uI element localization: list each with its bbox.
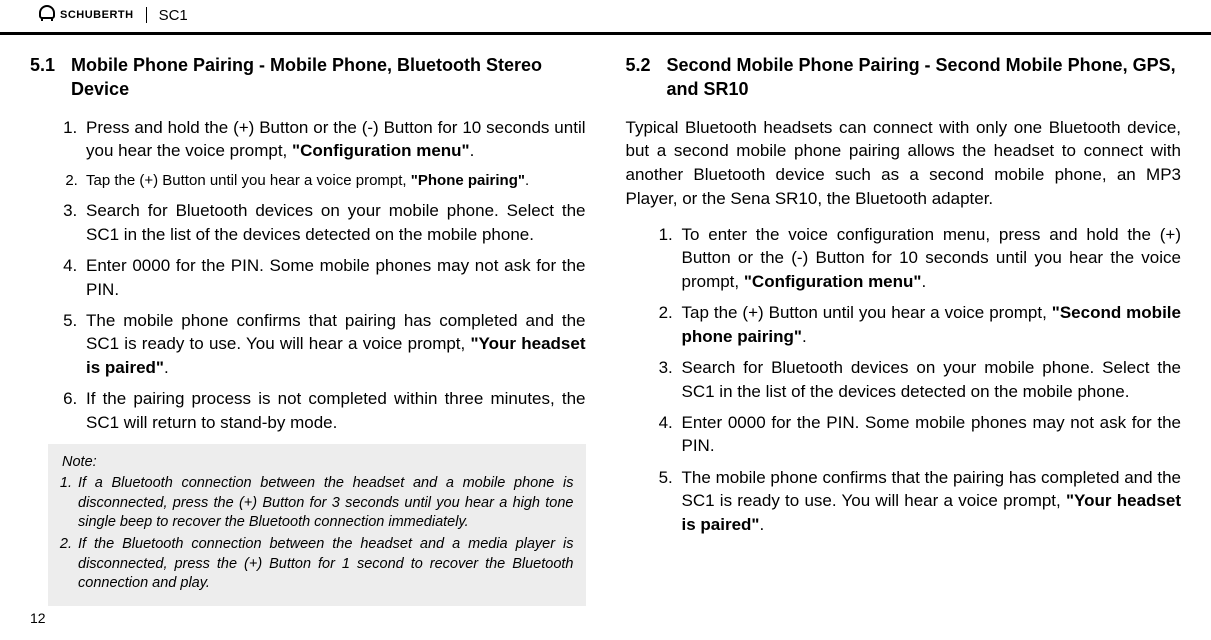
section-number: 5.2 bbox=[626, 53, 651, 102]
list-item: Enter 0000 for the PIN. Some mobile phon… bbox=[678, 411, 1182, 458]
section-5-2-steps: To enter the voice configuration menu, p… bbox=[626, 223, 1182, 536]
section-number: 5.1 bbox=[30, 53, 55, 102]
section-title: Mobile Phone Pairing - Mobile Phone, Blu… bbox=[71, 53, 585, 102]
section-5-1-head: 5.1 Mobile Phone Pairing - Mobile Phone,… bbox=[30, 53, 586, 102]
bold-text: "Second mobile phone pairing" bbox=[682, 303, 1181, 345]
note-list: If a Bluetooth connection between the he… bbox=[62, 474, 574, 593]
note-title: Note: bbox=[62, 454, 574, 470]
bold-text: "Your headset is paired" bbox=[86, 334, 585, 376]
page-number: 12 bbox=[30, 610, 46, 626]
header-divider bbox=[146, 7, 147, 23]
left-column: 5.1 Mobile Phone Pairing - Mobile Phone,… bbox=[30, 53, 586, 606]
model-label: SC1 bbox=[159, 7, 188, 24]
section-5-2-intro: Typical Bluetooth headsets can connect w… bbox=[626, 116, 1182, 211]
schuberth-icon bbox=[36, 4, 58, 26]
bold-text: "Your headset is paired" bbox=[682, 491, 1181, 533]
list-item: If a Bluetooth connection between the he… bbox=[76, 474, 574, 533]
list-item: If the Bluetooth connection between the … bbox=[76, 535, 574, 594]
bold-text: "Configuration menu" bbox=[744, 272, 922, 291]
list-item: Enter 0000 for the PIN. Some mobile phon… bbox=[82, 254, 586, 301]
right-column: 5.2 Second Mobile Phone Pairing - Second… bbox=[626, 53, 1182, 606]
list-item: Search for Bluetooth devices on your mob… bbox=[678, 356, 1182, 403]
section-5-1-steps: Press and hold the (+) Button or the (-)… bbox=[30, 116, 586, 435]
list-item: The mobile phone confirms that the pairi… bbox=[678, 466, 1182, 536]
section-5-2-head: 5.2 Second Mobile Phone Pairing - Second… bbox=[626, 53, 1182, 102]
bold-text: "Configuration menu" bbox=[292, 141, 470, 160]
section-title: Second Mobile Phone Pairing - Second Mob… bbox=[667, 53, 1181, 102]
page-header: SCHUBERTH SC1 bbox=[0, 0, 1211, 35]
brand-logo: SCHUBERTH bbox=[36, 4, 134, 26]
list-item: Search for Bluetooth devices on your mob… bbox=[82, 199, 586, 246]
list-item: Tap the (+) Button until you hear a voic… bbox=[82, 171, 586, 192]
list-item: To enter the voice configuration menu, p… bbox=[678, 223, 1182, 293]
list-item: Press and hold the (+) Button or the (-)… bbox=[82, 116, 586, 163]
bold-text: "Phone pairing" bbox=[411, 172, 525, 189]
list-item: If the pairing process is not completed … bbox=[82, 387, 586, 434]
list-item: The mobile phone confirms that pairing h… bbox=[82, 309, 586, 379]
list-item: Tap the (+) Button until you hear a voic… bbox=[678, 301, 1182, 348]
brand-text: SCHUBERTH bbox=[60, 9, 134, 21]
page-content: 5.1 Mobile Phone Pairing - Mobile Phone,… bbox=[0, 35, 1211, 606]
note-box: Note: If a Bluetooth connection between … bbox=[48, 444, 586, 605]
